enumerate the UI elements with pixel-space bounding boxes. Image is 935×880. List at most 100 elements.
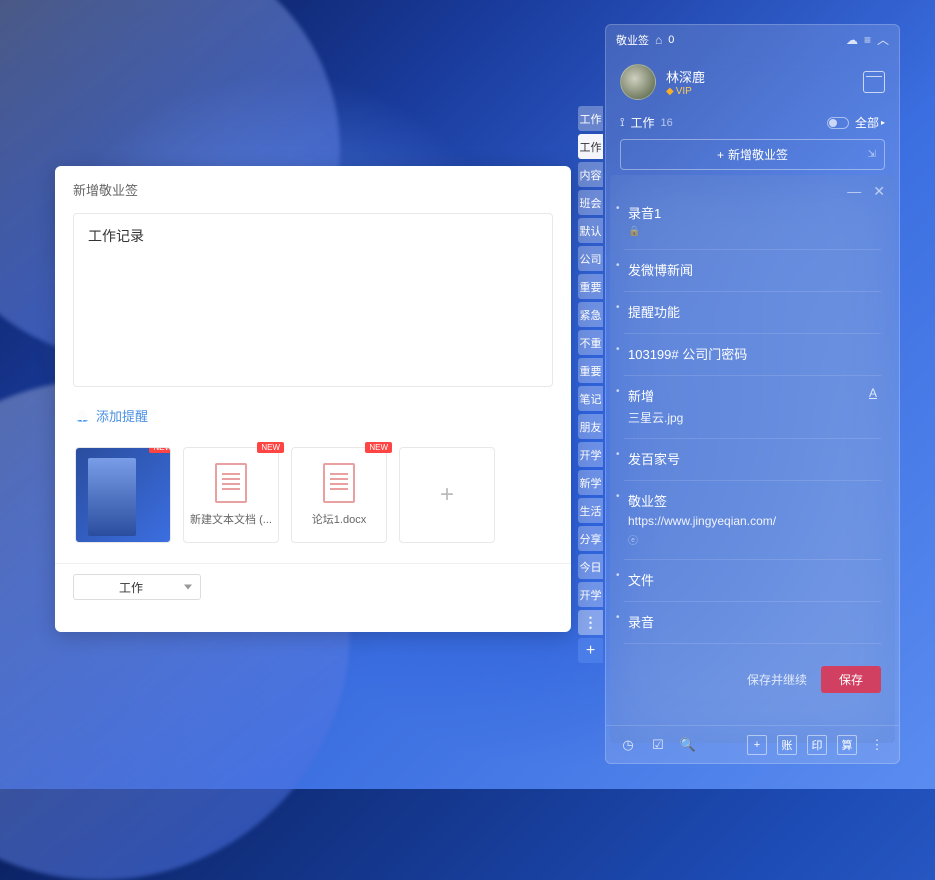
attachment-card[interactable]: NEW xyxy=(75,447,171,543)
add-button[interactable]: + xyxy=(747,735,767,755)
section-label: 工作 xyxy=(630,114,654,131)
cloud-icon[interactable]: ☁ xyxy=(846,33,858,47)
note-subtitle: https://www.jingyeqian.com/ xyxy=(628,514,877,528)
dialog-title: 新增敬业签 xyxy=(55,166,571,213)
note-title: 录音1 xyxy=(628,203,877,222)
avatar[interactable] xyxy=(620,64,656,100)
menu-icon[interactable]: ≡ xyxy=(864,33,871,47)
note-item[interactable]: 敬业签 https://www.jingyeqian.com/ ⓔ xyxy=(624,481,881,560)
note-title: 敬业签 xyxy=(628,491,877,510)
lock-icon: 🔒 xyxy=(628,226,640,237)
category-tab[interactable]: 重要 xyxy=(578,274,603,299)
bell-outline-icon[interactable]: ⌂ xyxy=(655,33,662,47)
note-title: 提醒功能 xyxy=(628,302,877,321)
view-toggle[interactable] xyxy=(827,117,849,129)
category-tabs-column: 工作工作内容班会默认公司重要紧急不重重要笔记朋友开学新学生活分享今日开学⋮+ xyxy=(578,106,603,663)
checkbox-icon[interactable]: ☑ xyxy=(648,735,668,755)
note-item[interactable]: 发微博新闻 xyxy=(624,250,881,292)
category-selected-label: 工作 xyxy=(119,579,143,596)
note-subtitle: 三星云.jpg xyxy=(628,409,877,426)
note-title: 发微博新闻 xyxy=(628,260,877,279)
note-title: 发百家号 xyxy=(628,449,877,468)
note-list: 录音1 🔒 发微博新闻提醒功能 103199# 公司门密码新增三星云.jpg A 发百家号… xyxy=(610,175,895,644)
link-icon: ⓔ xyxy=(628,532,638,547)
category-tab[interactable]: 朋友 xyxy=(578,414,603,439)
category-select[interactable]: 工作 xyxy=(73,574,201,600)
bottom-btn-0[interactable]: 账 xyxy=(777,735,797,755)
category-tab-more[interactable]: ⋮ xyxy=(578,610,603,635)
user-row: 林深鹿 VIP xyxy=(606,54,899,110)
plus-icon: + xyxy=(717,148,724,162)
app-panel: 敬业签 ⌂ 0 ☁ ≡ ︿ 林深鹿 VIP ⟟ 工作 16 全部 + 新增敬业签… xyxy=(605,24,900,764)
attachment-thumbnail xyxy=(88,458,136,536)
category-tab[interactable]: 班会 xyxy=(578,190,603,215)
add-note-bar[interactable]: + 新增敬业签 ⇲ xyxy=(620,139,885,170)
note-text-input[interactable] xyxy=(73,213,553,387)
save-button[interactable]: 保存 xyxy=(821,666,881,693)
panel-bottombar: ◷ ☑ 🔍 + 账 印 算 ⋮ xyxy=(606,725,899,763)
attachment-add-button[interactable]: + xyxy=(399,447,495,543)
category-tab[interactable]: 开学 xyxy=(578,582,603,607)
note-item[interactable]: 录音1 🔒 xyxy=(624,193,881,250)
note-item[interactable]: 发百家号 xyxy=(624,439,881,481)
document-icon xyxy=(323,463,355,503)
category-tab-add[interactable]: + xyxy=(578,638,603,663)
new-badge: NEW xyxy=(365,442,392,453)
new-badge: NEW xyxy=(257,442,284,453)
note-title: 103199# 公司门密码 xyxy=(628,344,877,363)
category-tab[interactable]: 开学 xyxy=(578,442,603,467)
category-tab[interactable]: 默认 xyxy=(578,218,603,243)
category-tab[interactable]: 不重 xyxy=(578,330,603,355)
category-tab[interactable]: 笔记 xyxy=(578,386,603,411)
more-icon[interactable]: ⋮ xyxy=(867,735,887,755)
bottom-btn-2[interactable]: 算 xyxy=(837,735,857,755)
username-label: 林深鹿 xyxy=(666,67,853,86)
search-icon[interactable]: 🔍 xyxy=(678,735,698,755)
attachment-label: 新建文本文档 (... xyxy=(184,511,278,527)
save-continue-button[interactable]: 保存并继续 xyxy=(747,671,807,688)
vip-badge: VIP xyxy=(666,86,853,97)
notification-count: 0 xyxy=(668,34,674,46)
category-tab[interactable]: 内容 xyxy=(578,162,603,187)
note-item[interactable]: 文件 xyxy=(624,560,881,602)
category-tab[interactable]: 工作 xyxy=(578,134,603,159)
document-icon xyxy=(215,463,247,503)
note-title: 录音 xyxy=(628,612,877,631)
note-title: 新增 xyxy=(628,386,877,405)
attachments-row: NEWNEW新建文本文档 (...NEW论坛1.docx+ xyxy=(73,439,553,563)
section-header: ⟟ 工作 16 全部 xyxy=(606,110,899,139)
panel-titlebar: 敬业签 ⌂ 0 ☁ ≡ ︿ xyxy=(606,25,899,54)
bell-icon xyxy=(75,408,90,423)
plus-icon: + xyxy=(440,481,454,509)
clock-icon[interactable]: ◷ xyxy=(618,735,638,755)
note-item[interactable]: 新增三星云.jpg A xyxy=(624,376,881,439)
new-badge: NEW xyxy=(149,447,171,453)
category-tab[interactable]: 公司 xyxy=(578,246,603,271)
attachment-card[interactable]: NEW新建文本文档 (... xyxy=(183,447,279,543)
filter-all[interactable]: 全部 xyxy=(855,114,885,131)
attachment-label: 论坛1.docx xyxy=(292,511,386,527)
notes-popup: — ✕ 录音1🔒发微博新闻提醒功能103199# 公司门密码新增三星云.jpgA… xyxy=(610,175,895,743)
app-name-label: 敬业签 xyxy=(616,32,649,48)
category-tab[interactable]: 生活 xyxy=(578,498,603,523)
category-tab[interactable]: 分享 xyxy=(578,526,603,551)
category-tab[interactable]: 工作 xyxy=(578,106,603,131)
dialog-footer: 工作 xyxy=(55,563,571,610)
note-item[interactable]: 提醒功能 xyxy=(624,292,881,334)
new-note-dialog: 新增敬业签 添加提醒 NEWNEW新建文本文档 (...NEW论坛1.docx+… xyxy=(55,166,571,632)
category-tab[interactable]: 重要 xyxy=(578,358,603,383)
category-tab[interactable]: 紧急 xyxy=(578,302,603,327)
attachment-card[interactable]: NEW论坛1.docx xyxy=(291,447,387,543)
category-tab[interactable]: 新学 xyxy=(578,470,603,495)
add-reminder-label: 添加提醒 xyxy=(96,406,148,425)
add-reminder-row[interactable]: 添加提醒 xyxy=(73,392,553,439)
note-item[interactable]: 录音 xyxy=(624,602,881,644)
note-item[interactable]: 103199# 公司门密码 xyxy=(624,334,881,376)
bottom-btn-1[interactable]: 印 xyxy=(807,735,827,755)
note-title: 文件 xyxy=(628,570,877,589)
collapse-icon[interactable]: ︿ xyxy=(877,31,889,48)
format-icon[interactable]: A xyxy=(869,386,877,400)
add-note-label: 新增敬业签 xyxy=(728,146,788,163)
calendar-icon[interactable] xyxy=(863,71,885,93)
category-tab[interactable]: 今日 xyxy=(578,554,603,579)
